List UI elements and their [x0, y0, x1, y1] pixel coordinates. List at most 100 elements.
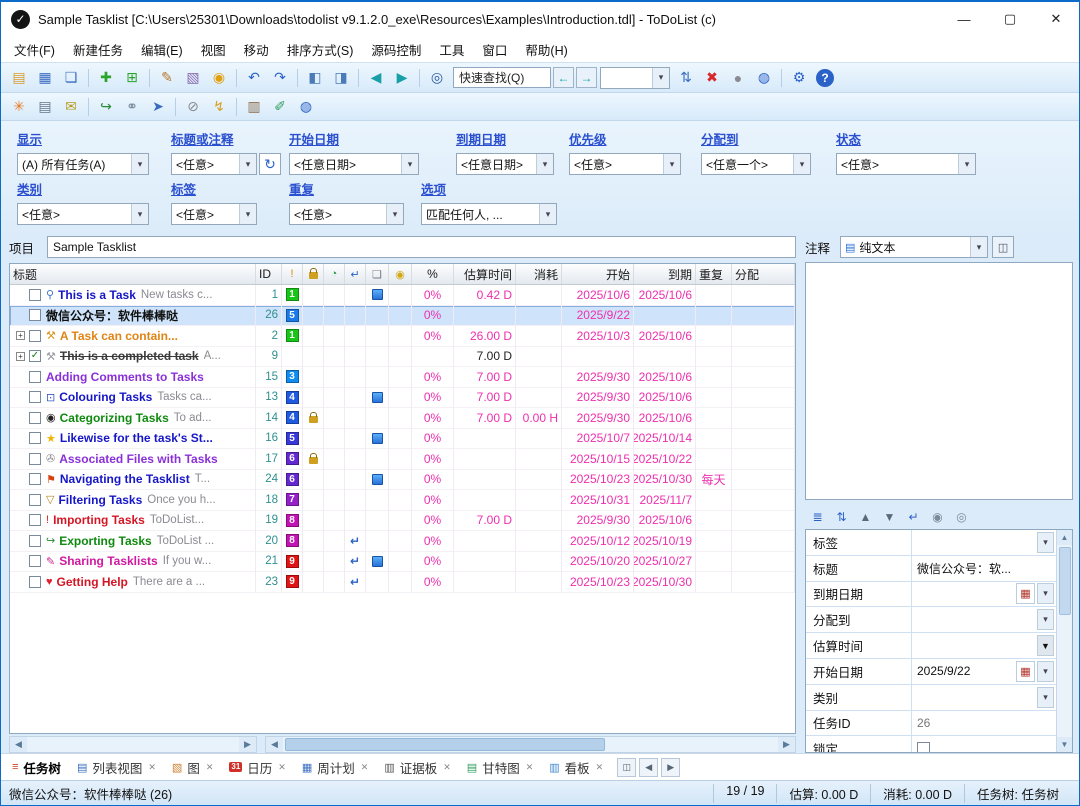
- attr-wrap-icon[interactable]: ↵: [903, 507, 924, 527]
- filter-combo[interactable]: 匹配任何人, ... ▾: [421, 203, 557, 225]
- scroll-down-icon[interactable]: ▼: [1057, 737, 1072, 752]
- menu-item[interactable]: 新建任务: [64, 36, 132, 63]
- scrollbar-thumb[interactable]: [285, 738, 605, 751]
- task-row[interactable]: ★ Likewise for the task's St... 16 5 0% 2025/…: [10, 428, 795, 449]
- comments-editor[interactable]: [805, 262, 1073, 500]
- tab-close-icon[interactable]: ✕: [206, 762, 214, 773]
- new-features-icon[interactable]: ✳: [7, 96, 31, 118]
- task-row[interactable]: ⚑ Navigating the Tasklist T... 24 6 0% 2025/10…: [10, 469, 795, 490]
- tab-kanban[interactable]: ▥ 看板 ✕: [541, 754, 611, 780]
- column-header-spent[interactable]: 消耗: [516, 264, 562, 284]
- chevron-down-icon[interactable]: ▾: [1037, 686, 1054, 708]
- scroll-right-icon[interactable]: ▶: [239, 737, 256, 752]
- filter-combo[interactable]: <任意> ▾: [836, 153, 976, 175]
- task-checkbox[interactable]: [29, 452, 41, 465]
- chevron-down-icon[interactable]: ▼: [1037, 635, 1054, 657]
- expand-icon[interactable]: +: [16, 331, 25, 341]
- task-checkbox[interactable]: ✓: [29, 350, 41, 363]
- column-header-start[interactable]: 开始: [562, 264, 634, 284]
- task-row[interactable]: Adding Comments to Tasks 15 3 0% 7.00 D 2025/…: [10, 367, 795, 388]
- filter-label[interactable]: 选项: [421, 179, 557, 198]
- chevron-down-icon[interactable]: ▾: [386, 204, 403, 224]
- column-header-est[interactable]: 估算时间: [454, 264, 516, 284]
- tab-gantt[interactable]: ▤ 甘特图 ✕: [459, 754, 541, 780]
- attribute-value[interactable]: ▾: [912, 685, 1056, 710]
- tab-evidence-board[interactable]: ▥ 证据板 ✕: [376, 754, 458, 780]
- delete-task-icon[interactable]: ✖: [700, 67, 724, 89]
- task-icon-picker-icon[interactable]: ▧: [181, 67, 205, 89]
- task-checkbox[interactable]: [29, 370, 41, 383]
- filter-combo[interactable]: <任意> ▾: [171, 203, 257, 225]
- menu-item[interactable]: 编辑(E): [132, 36, 192, 63]
- menu-item[interactable]: 源码控制: [362, 36, 430, 63]
- filter-combo[interactable]: <任意一个> ▾: [701, 153, 811, 175]
- column-header-alloc[interactable]: 分配: [732, 264, 795, 284]
- filter-label[interactable]: 优先级: [569, 129, 681, 148]
- filter-label[interactable]: 标签: [171, 179, 257, 198]
- menu-item[interactable]: 帮助(H): [516, 36, 576, 63]
- filter-combo[interactable]: <任意> ▾: [569, 153, 681, 175]
- task-checkbox[interactable]: [29, 288, 41, 301]
- sort-icon[interactable]: ⇅: [674, 67, 698, 89]
- scroll-right-icon[interactable]: ▶: [778, 737, 795, 752]
- task-row[interactable]: ✇ Associated Files with Tasks 17 6 0% 2025/10…: [10, 449, 795, 470]
- project-input[interactable]: Sample Tasklist: [47, 236, 796, 258]
- encrypt-icon[interactable]: ●: [726, 67, 750, 89]
- priority-column-icon[interactable]: !: [282, 264, 303, 284]
- filter-label[interactable]: 标题或注释: [171, 129, 281, 148]
- chevron-down-icon[interactable]: ▾: [239, 204, 256, 224]
- chevron-down-icon[interactable]: ▾: [131, 154, 148, 174]
- chevron-down-icon[interactable]: ▾: [1037, 531, 1054, 553]
- task-row[interactable]: ✎ Sharing Tasklists If you w... 21 9 ↵ 0% 2025/…: [10, 551, 795, 572]
- column-header-id[interactable]: ID: [256, 264, 282, 284]
- lock-column-icon[interactable]: [303, 264, 324, 284]
- task-checkbox[interactable]: [29, 534, 41, 547]
- attribute-value[interactable]: 2025/9/22 ▦ ▾: [912, 659, 1056, 684]
- export-tasklist-icon[interactable]: ↪: [94, 96, 118, 118]
- preferences-icon[interactable]: ⚙: [787, 67, 811, 89]
- task-row[interactable]: ⚲ This is a Task New tasks c... 1 1 0% 0.42 D 2…: [10, 285, 795, 306]
- filter-combo[interactable]: <任意日期> ▾: [289, 153, 419, 175]
- attribute-value[interactable]: ▾: [912, 607, 1056, 632]
- menu-item[interactable]: 移动: [235, 36, 278, 63]
- filter-refresh-icon[interactable]: ↻: [259, 153, 281, 175]
- weblink-icon[interactable]: ◍: [752, 67, 776, 89]
- filter-label[interactable]: 开始日期: [289, 129, 419, 148]
- tab-list-view[interactable]: ▤ 列表视图 ✕: [69, 754, 164, 780]
- browser-icon[interactable]: ◍: [294, 96, 318, 118]
- task-row[interactable]: ▽ Filtering Tasks Once you h... 18 7 0% 2025/1…: [10, 490, 795, 511]
- minimize-button[interactable]: —: [941, 3, 987, 35]
- chevron-down-icon[interactable]: ▾: [970, 237, 988, 257]
- send-email-icon[interactable]: ✉: [59, 96, 83, 118]
- link-tasklist-icon[interactable]: ⚭: [120, 96, 144, 118]
- tab-close-icon[interactable]: ✕: [526, 762, 534, 773]
- calendar-picker-icon[interactable]: ▦: [1016, 583, 1035, 605]
- tab-close-icon[interactable]: ✕: [443, 762, 451, 773]
- task-checkbox[interactable]: [29, 555, 41, 568]
- column-header-due[interactable]: 到期: [634, 264, 696, 284]
- task-row[interactable]: ♥ Getting Help There are a ... 23 9 ↵ 0% 2025/1…: [10, 572, 795, 593]
- filter-combo[interactable]: <任意> ▾: [17, 203, 149, 225]
- attribute-value[interactable]: 微信公众号：软...: [912, 556, 1056, 581]
- attribute-value[interactable]: ▾: [912, 530, 1056, 555]
- task-row[interactable]: ⊡ Colouring Tasks Tasks ca... 13 4 0% 7.00 D 20…: [10, 387, 795, 408]
- scrollbar-track[interactable]: [27, 737, 239, 752]
- attribute-value[interactable]: 26: [912, 711, 1056, 736]
- reference-icon[interactable]: ▥: [242, 96, 266, 118]
- recurrence-column-icon[interactable]: ↵: [345, 264, 366, 284]
- task-checkbox[interactable]: [29, 309, 41, 322]
- menu-item[interactable]: 窗口: [473, 36, 516, 63]
- task-checkbox[interactable]: [29, 473, 41, 486]
- undo-icon[interactable]: ↶: [242, 67, 266, 89]
- find-previous-icon[interactable]: ←: [553, 67, 574, 88]
- shortcuts-icon[interactable]: ↯: [207, 96, 231, 118]
- scroll-up-icon[interactable]: ▲: [1057, 530, 1072, 545]
- nav-back-icon[interactable]: ◀: [364, 67, 388, 89]
- send-tasklist-icon[interactable]: ➤: [146, 96, 170, 118]
- column-header-percent[interactable]: %: [412, 264, 454, 284]
- filter-label[interactable]: 显示: [17, 129, 149, 148]
- find-next-icon[interactable]: →: [576, 67, 597, 88]
- add-dependency-icon[interactable]: ◉: [927, 507, 948, 527]
- tab-diagram[interactable]: ▧ 图 ✕: [164, 754, 221, 780]
- chevron-down-icon[interactable]: ▾: [652, 67, 669, 88]
